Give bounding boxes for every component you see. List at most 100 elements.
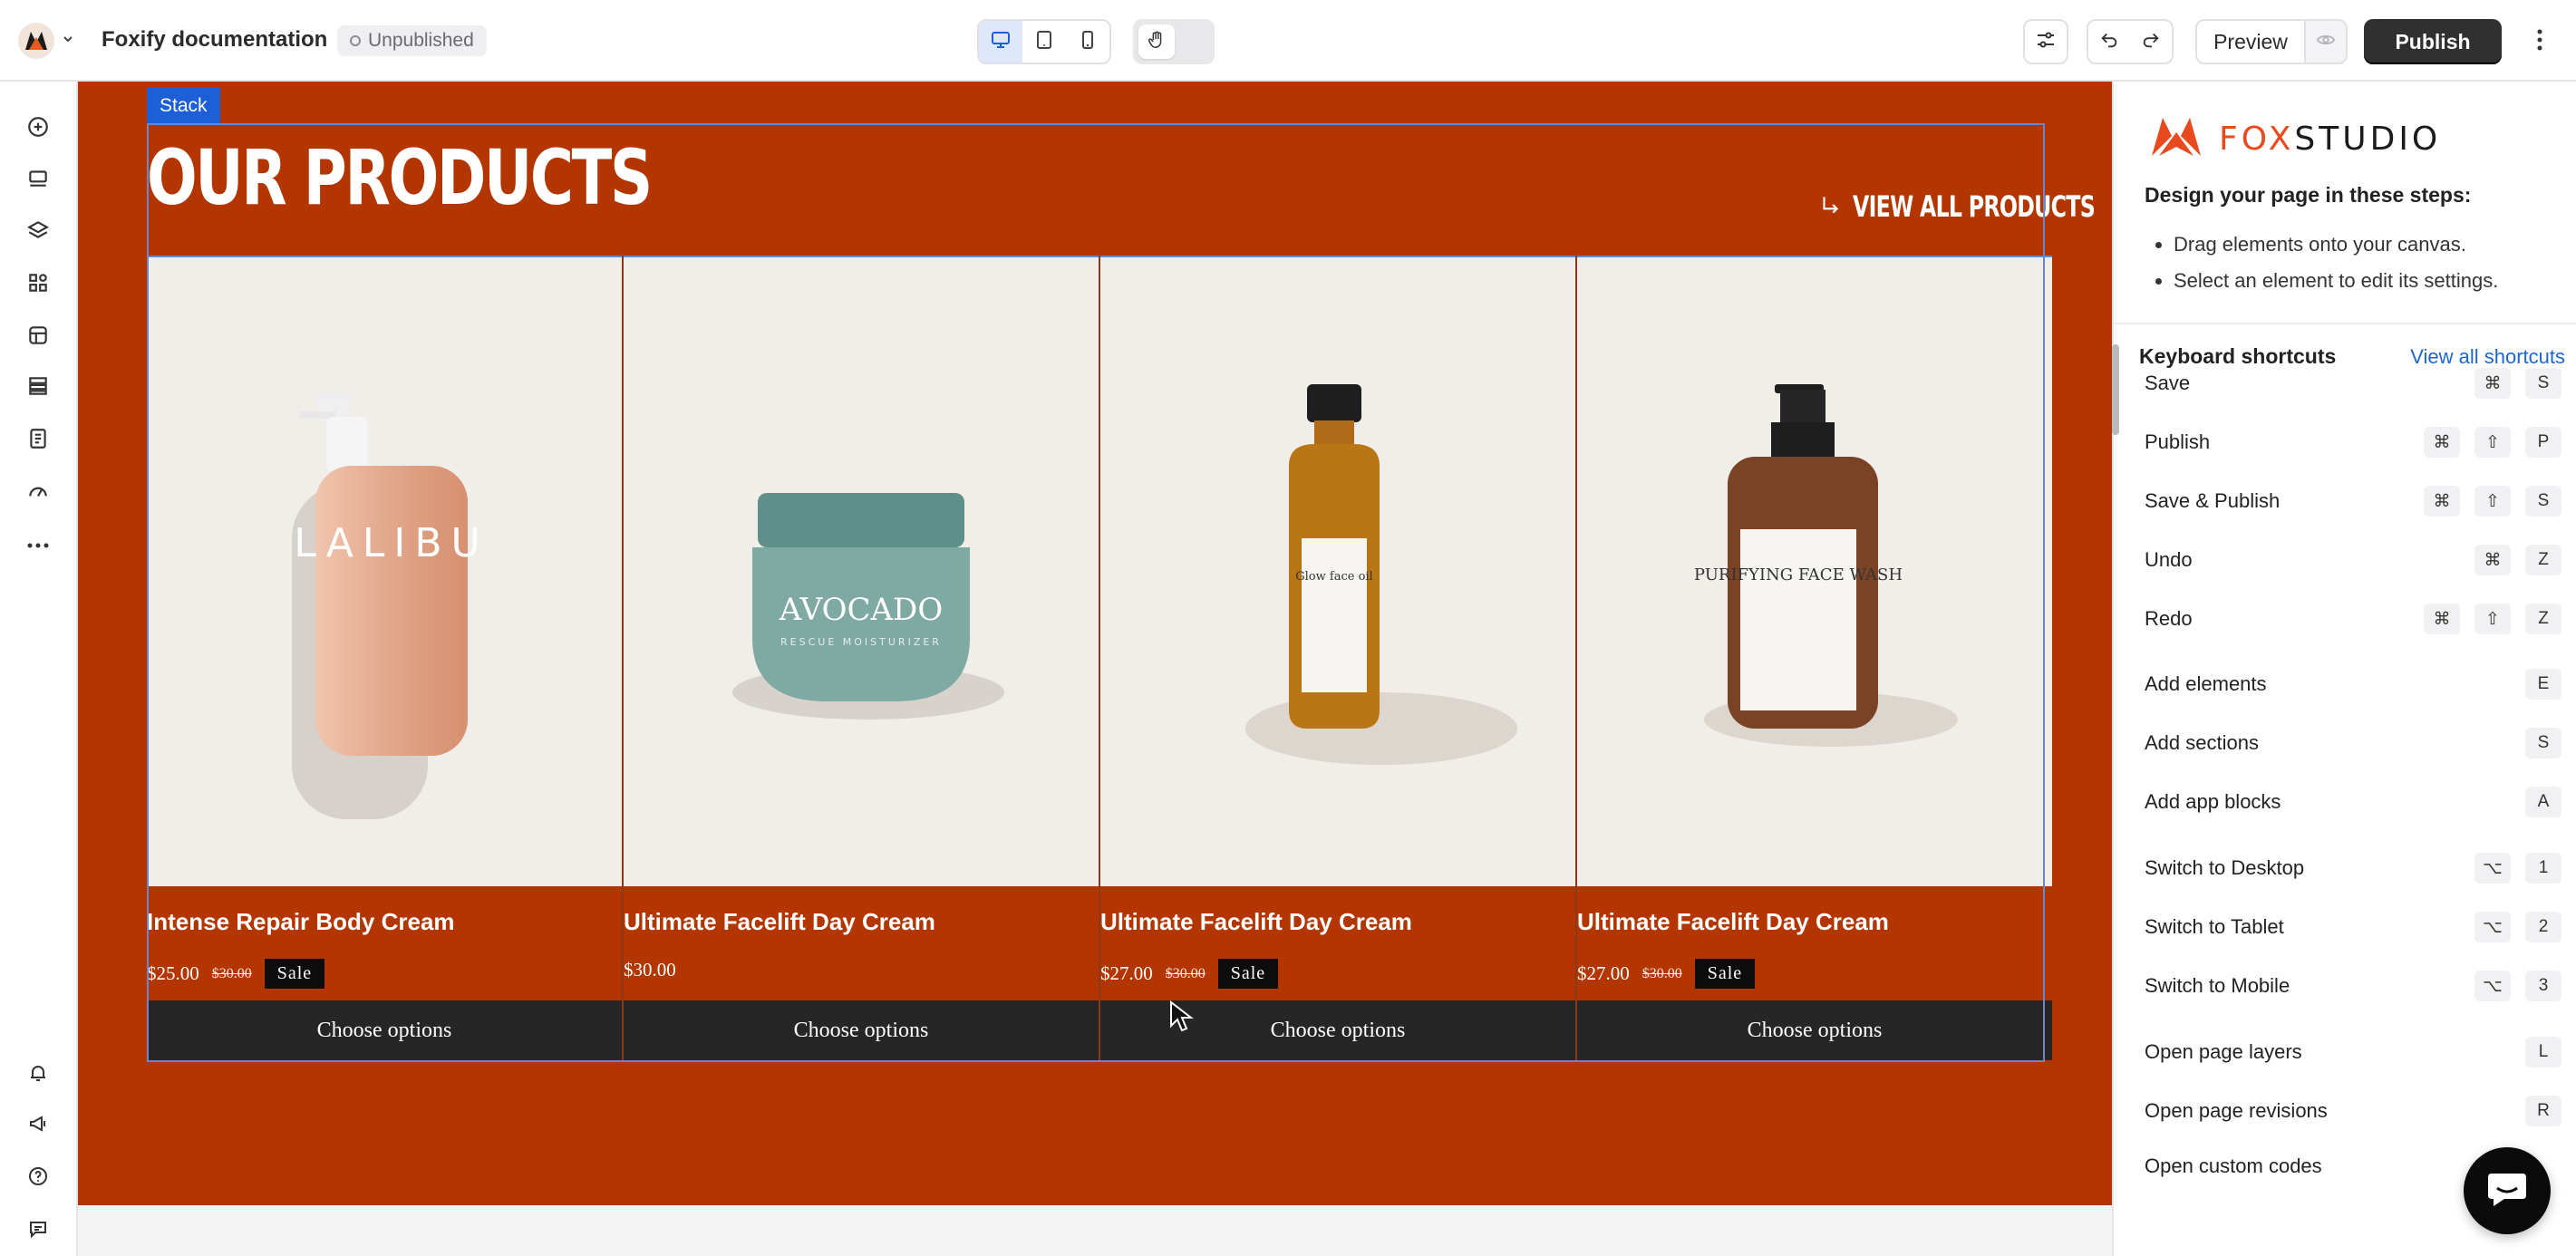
desktop-icon — [990, 29, 1012, 55]
desktop-view-button[interactable] — [979, 21, 1022, 63]
product-title[interactable]: Intense Repair Body Cream — [147, 908, 455, 936]
shortcut-label: Add sections — [2145, 731, 2259, 754]
layers-button[interactable] — [18, 212, 58, 252]
choose-options-button[interactable]: Choose options — [147, 1000, 622, 1060]
shortcut-keys: E — [2525, 669, 2561, 700]
device-switcher — [977, 19, 1111, 64]
view-all-shortcuts-link[interactable]: View all shortcuts — [2410, 345, 2565, 369]
selection-label[interactable]: Stack — [147, 87, 220, 125]
publish-button[interactable]: Publish — [2364, 19, 2502, 64]
key-cap: ⌘ — [2474, 368, 2511, 399]
help-button[interactable] — [18, 1158, 58, 1198]
product-card[interactable]: PURIFYING FACE WASH Ultimate Facelift Da… — [1577, 256, 2052, 1062]
sections-icon — [26, 166, 50, 194]
sections-button[interactable] — [18, 159, 58, 199]
right-panel: FOXSTUDIO Design your page in these step… — [2112, 82, 2576, 1256]
shortcut-label: Add app blocks — [2145, 790, 2281, 813]
preview-button[interactable]: Preview — [2197, 21, 2304, 63]
interaction-mode-toggle — [1133, 19, 1215, 64]
product-price: $30.00 — [624, 959, 676, 981]
speed-button[interactable] — [18, 473, 58, 513]
shortcut-label: Switch to Desktop — [2145, 856, 2305, 879]
product-card[interactable]: Glow face oil Ultimate Facelift Day Crea… — [1100, 256, 1575, 1062]
tablet-view-button[interactable] — [1022, 21, 1066, 63]
notifications-button[interactable] — [18, 1055, 58, 1095]
product-card[interactable]: LALIBU Intense Repair Body Cream $25.00 … — [147, 256, 622, 1062]
app-menu[interactable] — [18, 23, 76, 59]
page-settings-button[interactable] — [2023, 19, 2068, 64]
pages-button[interactable] — [18, 420, 58, 460]
list-item: Select an element to edit its settings. — [2174, 263, 2498, 299]
view-all-products-link[interactable]: VIEW ALL PRODUCTS — [1818, 187, 2112, 227]
shortcut-label: Switch to Mobile — [2145, 974, 2290, 997]
products-section[interactable]: Stack OUR PRODUCTS VIEW ALL PRODUCTS LAL… — [78, 82, 2112, 1205]
key-cap: 1 — [2525, 853, 2561, 884]
key-cap: ⌥ — [2474, 853, 2511, 884]
shortcut-keys: ⌘ Z — [2474, 545, 2561, 575]
brand-logo: FOXSTUDIO — [2150, 116, 2441, 162]
stack-button[interactable] — [18, 368, 58, 408]
product-title[interactable]: Ultimate Facelift Day Cream — [1100, 908, 1412, 936]
layers-icon — [26, 218, 50, 246]
live-chat-button[interactable] — [2464, 1147, 2551, 1234]
add-element-button[interactable] — [18, 109, 58, 149]
shortcut-row: Switch to Tablet ⌥ 2 — [2145, 912, 2561, 942]
shortcut-row: Switch to Desktop ⌥ 1 — [2145, 853, 2561, 884]
panel-scrollbar[interactable] — [2112, 344, 2119, 435]
key-cap: L — [2525, 1037, 2561, 1068]
announcements-button[interactable] — [18, 1106, 58, 1145]
product-image[interactable]: LALIBU — [147, 256, 622, 886]
live-view-button[interactable] — [2304, 21, 2346, 63]
shortcut-row: Open page layers L — [2145, 1037, 2561, 1068]
shortcut-row: Open page revisions R — [2145, 1096, 2561, 1126]
more-options-button[interactable] — [2520, 19, 2560, 64]
more-icon — [26, 537, 50, 554]
feedback-button[interactable] — [18, 1211, 58, 1251]
shortcut-keys: ⌘ ⇧ Z — [2424, 604, 2561, 634]
product-image[interactable]: Glow face oil — [1100, 256, 1575, 886]
shortcut-row: Save ⌘ S — [2145, 368, 2561, 399]
shortcut-keys: ⌥ 2 — [2474, 912, 2561, 942]
product-card[interactable]: AVOCADO RESCUE MOISTURIZER Ultimate Face… — [624, 256, 1099, 1062]
divider — [2114, 323, 2576, 324]
key-cap: R — [2525, 1096, 2561, 1126]
product-title[interactable]: Ultimate Facelift Day Cream — [624, 908, 935, 936]
key-cap: ⌘ — [2424, 427, 2460, 458]
hand-tool-button[interactable] — [1138, 24, 1175, 59]
pages-icon — [26, 427, 50, 455]
choose-options-button[interactable]: Choose options — [624, 1000, 1099, 1060]
product-image[interactable]: PURIFYING FACE WASH — [1577, 256, 2052, 886]
eye-icon — [2316, 30, 2336, 54]
top-bar: Foxify documentation Unpublished Preview — [0, 0, 2576, 82]
key-cap: S — [2525, 728, 2561, 758]
shortcuts-title: Keyboard shortcuts — [2139, 344, 2337, 368]
key-cap: 3 — [2525, 971, 2561, 1001]
shortcut-row: Save & Publish ⌘ ⇧ S — [2145, 486, 2561, 517]
undo-button[interactable] — [2088, 21, 2130, 63]
shortcut-label: Redo — [2145, 607, 2193, 630]
left-toolbar — [0, 82, 78, 1256]
shortcuts-header: Keyboard shortcuts View all shortcuts — [2139, 344, 2565, 369]
preview-controls: Preview — [2195, 19, 2348, 64]
mobile-view-button[interactable] — [1066, 21, 1109, 63]
section-heading[interactable]: OUR PRODUCTS — [147, 132, 653, 224]
app-logo-icon — [18, 23, 54, 59]
key-cap: ⌘ — [2424, 604, 2460, 634]
project-switcher[interactable]: Foxify documentation — [102, 27, 349, 53]
product-image[interactable]: AVOCADO RESCUE MOISTURIZER — [624, 256, 1099, 886]
more-tools-button[interactable] — [18, 526, 58, 565]
key-cap: P — [2525, 427, 2561, 458]
price-row: $27.00 $30.00 Sale — [1577, 959, 1756, 989]
choose-options-button[interactable]: Choose options — [1577, 1000, 2052, 1060]
product-price: $27.00 — [1100, 962, 1153, 984]
apps-button[interactable] — [18, 265, 58, 304]
stack-icon — [26, 374, 50, 402]
sale-badge: Sale — [1217, 959, 1279, 989]
redo-button[interactable] — [2130, 21, 2172, 63]
templates-button[interactable] — [18, 317, 58, 357]
shortcut-row: Switch to Mobile ⌥ 3 — [2145, 971, 2561, 1001]
compare-price: $30.00 — [211, 965, 252, 981]
announcement-icon — [27, 1113, 49, 1139]
product-title[interactable]: Ultimate Facelift Day Cream — [1577, 908, 1889, 936]
status-dot-icon — [350, 35, 361, 46]
